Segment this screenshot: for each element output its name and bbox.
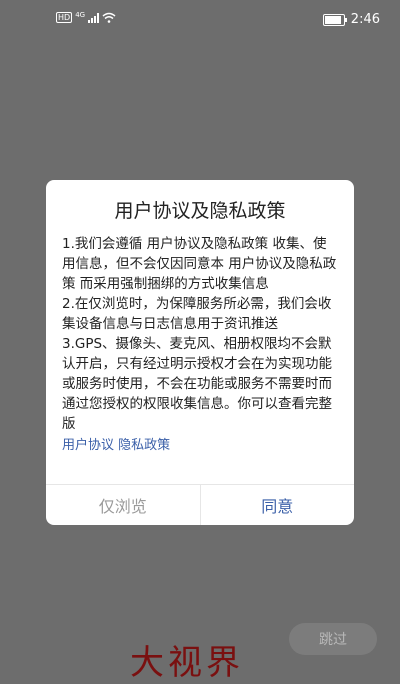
battery-icon [322, 13, 347, 26]
dialog-body: 1.我们会遵循 用户协议及隐私政策 收集、使用信息，但不会仅因同意本 用户协议及… [46, 224, 354, 434]
hd-indicator: HD [56, 12, 73, 23]
status-left: HD 4G [56, 10, 116, 23]
wifi-icon [102, 12, 116, 23]
policy-links: 用户协议 隐私政策 [46, 436, 354, 456]
privacy-dialog: 用户协议及隐私政策 1.我们会遵循 用户协议及隐私政策 收集、使用信息，但不会仅… [46, 180, 354, 525]
privacy-policy-link[interactable]: 隐私政策 [118, 438, 170, 453]
browse-only-button[interactable]: 仅浏览 [46, 485, 201, 525]
dialog-paragraph-3: 3.GPS、摄像头、麦克风、相册权限均不会默认开启，只有经过明示授权才会在为实现… [62, 336, 332, 432]
dialog-paragraph-2: 2.在仅浏览时，为保障服务所必需，我们会收集设备信息与日志信息用于资讯推送 [62, 296, 332, 332]
network-type: 4G [75, 10, 86, 19]
dialog-paragraph-1: 1.我们会遵循 用户协议及隐私政策 收集、使用信息，但不会仅因同意本 用户协议及… [62, 236, 337, 292]
dialog-buttons: 仅浏览 同意 [46, 484, 354, 525]
brand-logo: 大视界 [130, 643, 244, 683]
user-agreement-link[interactable]: 用户协议 [62, 438, 114, 453]
status-right: 2:46 [322, 12, 380, 27]
dialog-title: 用户协议及隐私政策 [114, 200, 286, 222]
skip-button[interactable]: 跳过 [289, 623, 377, 655]
status-bar: HD 4G 2:46 [0, 0, 400, 36]
agree-button[interactable]: 同意 [201, 485, 355, 525]
clock: 2:46 [350, 12, 380, 27]
signal-icon [88, 12, 100, 23]
